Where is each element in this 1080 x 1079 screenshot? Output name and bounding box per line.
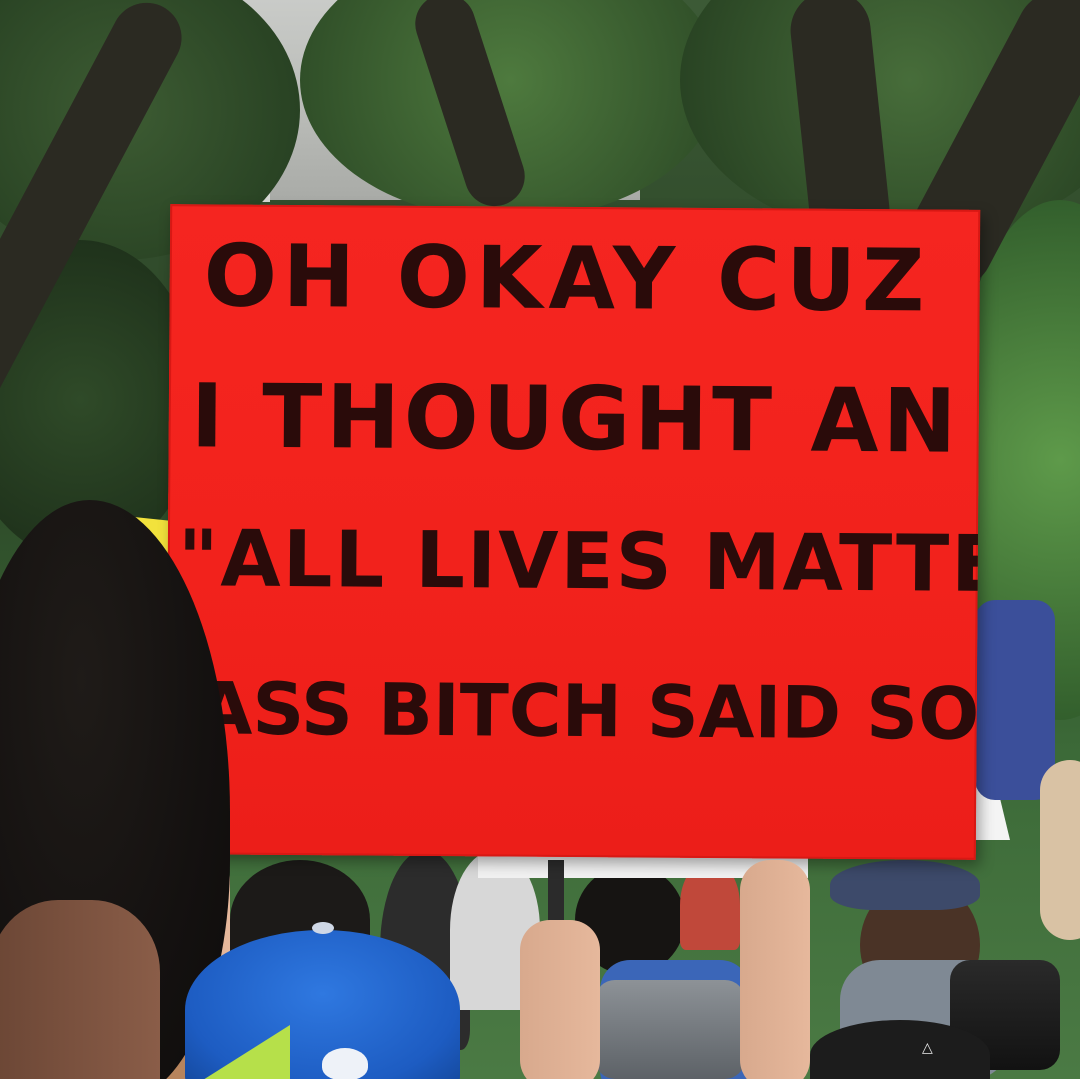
bandana [830,860,980,910]
neck-foreground [0,900,160,1079]
person [1040,760,1080,940]
photo-scene: OH OKAY CUZ I THOUGHT AN "ALL LIVES MATT… [0,0,1080,1079]
adidas-logo-icon: △ [922,1040,933,1056]
sign-text-line: "ALL LIVES MATTER" [177,514,981,611]
sign-text-line: I THOUGHT AN [190,364,961,473]
cap-logo [322,1048,368,1079]
protest-sign: OH OKAY CUZ I THOUGHT AN "ALL LIVES MATT… [165,204,981,860]
arm [740,860,810,1079]
blue-cap [185,930,460,1079]
person [975,600,1055,800]
sign-text-line: OH OKAY CUZ [203,226,931,332]
backpack [595,980,745,1079]
sign-text-line: ASS BITCH SAID SOMETHIN' [196,666,981,759]
hand [520,920,600,1079]
cap-button [312,922,334,934]
